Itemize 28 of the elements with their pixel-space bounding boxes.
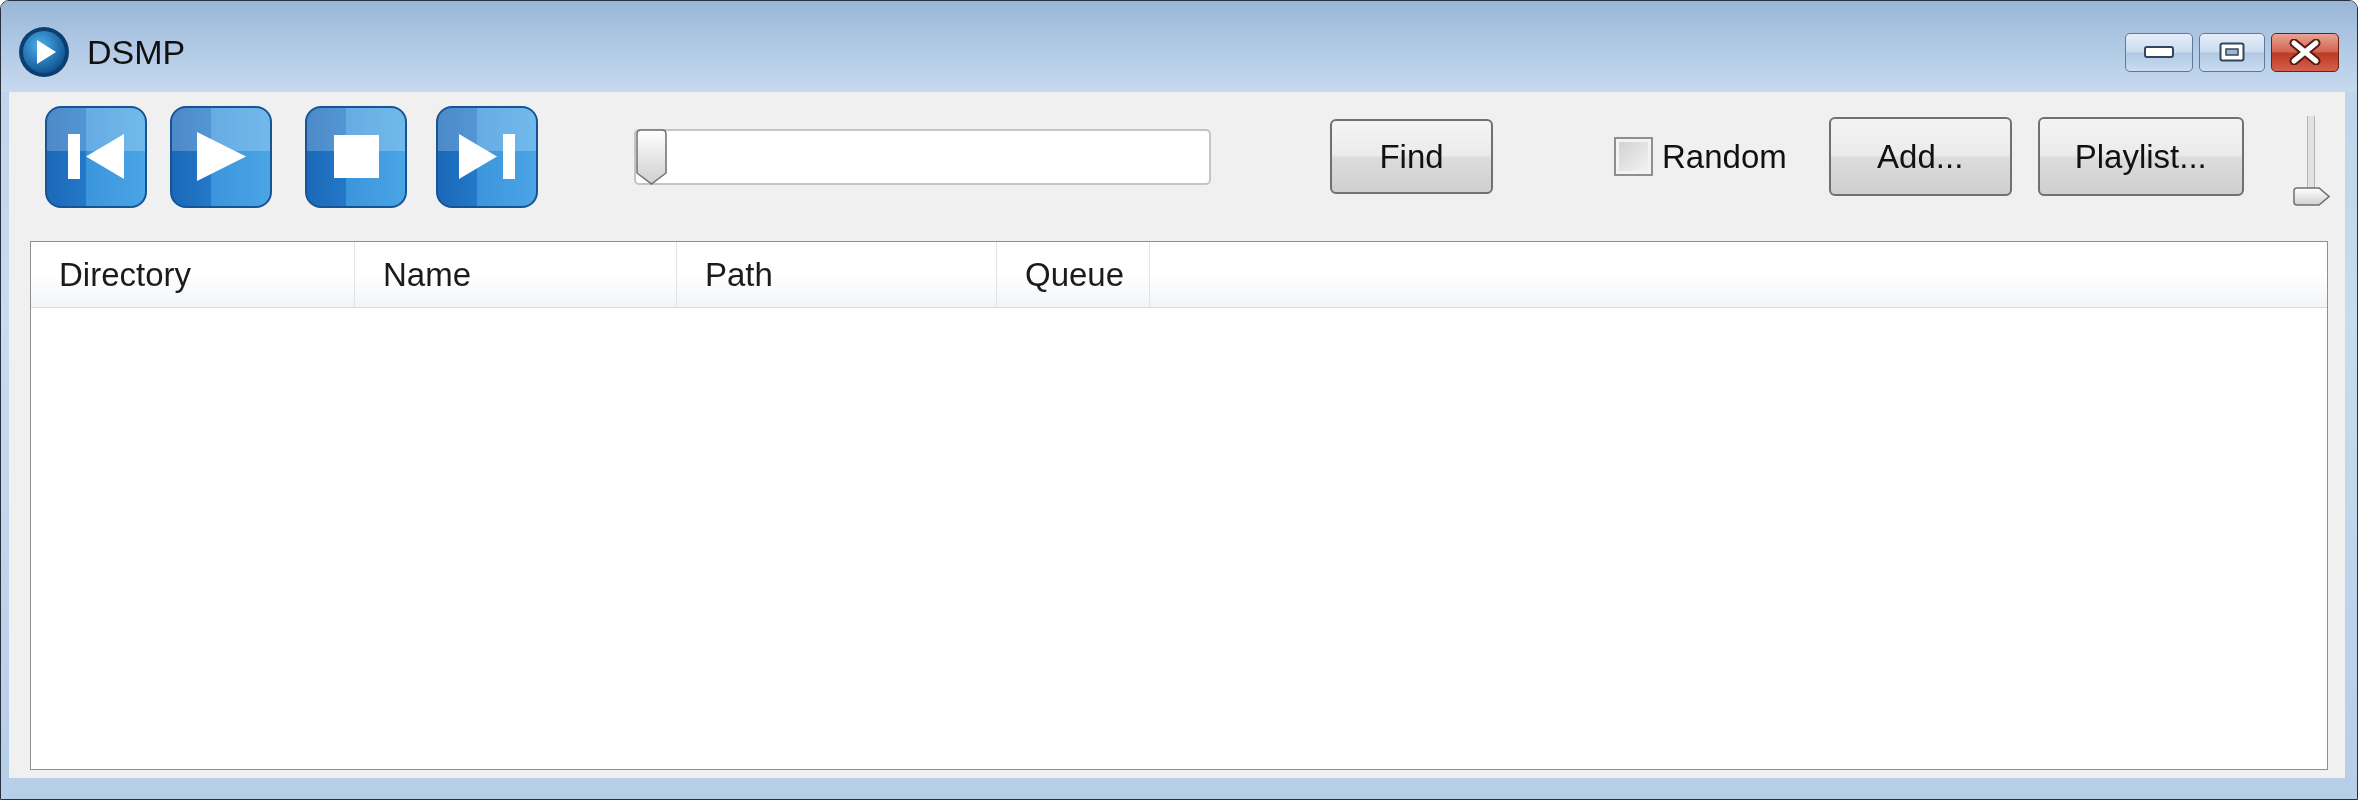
column-header[interactable]: Path [677, 242, 997, 307]
stop-icon [333, 135, 379, 178]
minimize-icon [2144, 46, 2174, 58]
previous-button[interactable] [45, 105, 147, 208]
find-button[interactable]: Find [1330, 119, 1493, 194]
seek-slider[interactable] [634, 128, 1211, 185]
add-button[interactable]: Add... [1828, 117, 2012, 196]
playlist-button[interactable]: Playlist... [2037, 117, 2244, 196]
play-circle-icon [18, 26, 70, 78]
window-title: DSMP [87, 32, 186, 72]
column-header[interactable]: Queue [997, 242, 1150, 307]
checkbox-label[interactable]: Random [1662, 137, 1787, 176]
maximize-icon [2219, 42, 2245, 62]
stop-button[interactable] [305, 105, 407, 208]
skip-forward-icon [459, 134, 515, 179]
volume-slider-thumb[interactable] [2292, 186, 2330, 206]
checkbox[interactable] [1614, 137, 1653, 176]
skip-back-icon [68, 134, 124, 179]
column-header[interactable]: Directory [31, 242, 355, 307]
next-button[interactable] [436, 105, 538, 208]
slider-thumb[interactable] [636, 128, 667, 185]
play-button[interactable] [170, 105, 272, 208]
close-button[interactable] [2271, 32, 2339, 72]
column-header[interactable]: Name [355, 242, 677, 307]
play-icon [196, 132, 246, 181]
minimize-button[interactable] [2125, 32, 2193, 72]
close-icon [2289, 39, 2321, 65]
maximize-button[interactable] [2199, 32, 2265, 72]
